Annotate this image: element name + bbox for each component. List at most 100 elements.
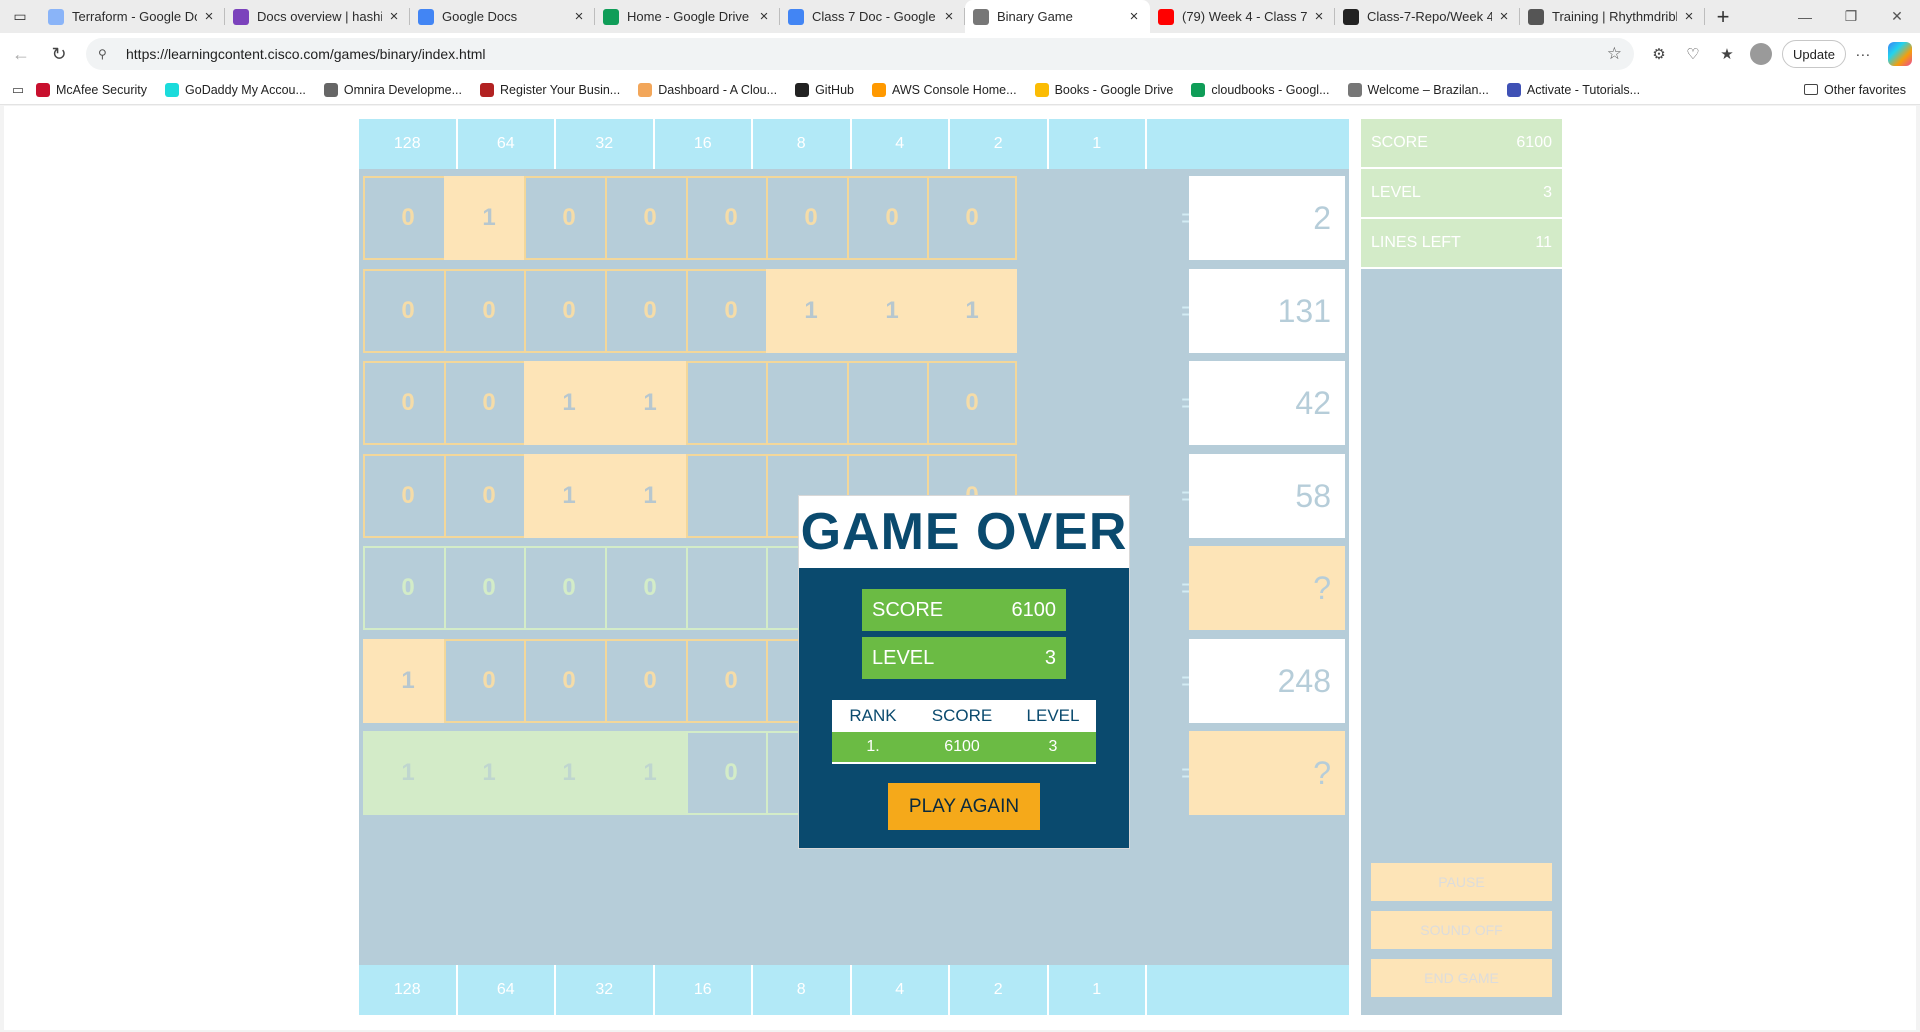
bit-toggle[interactable]: 1 (847, 269, 937, 353)
close-tab-icon[interactable]: × (1496, 8, 1512, 25)
restore-icon[interactable]: ❐ (1828, 0, 1874, 33)
bit-toggle[interactable]: 0 (524, 546, 614, 630)
bit-toggle[interactable] (686, 361, 776, 445)
bookmark-item[interactable]: McAfee Security (36, 82, 147, 97)
copilot-icon[interactable] (1887, 42, 1912, 66)
decimal-answer-input[interactable]: ? (1189, 546, 1345, 630)
back-button[interactable]: ← (4, 37, 38, 71)
bit-toggle[interactable]: 0 (444, 361, 534, 445)
sound-off-button[interactable]: SOUND OFF (1371, 911, 1552, 949)
bit-toggle[interactable]: 0 (927, 361, 1017, 445)
bit-toggle[interactable]: 0 (605, 639, 695, 723)
bookmark-item[interactable]: Omnira Developme... (323, 82, 462, 97)
bit-toggle[interactable]: 1 (444, 731, 534, 815)
bit-toggle[interactable]: 1 (363, 731, 453, 815)
browser-tab[interactable]: Training | Rhythmdribb × (1520, 0, 1705, 33)
bit-toggle[interactable]: 1 (766, 269, 856, 353)
browser-tab[interactable]: Docs overview | hashic × (225, 0, 410, 33)
close-tab-icon[interactable]: × (941, 8, 957, 25)
tab-title: Docs overview | hashic (257, 9, 382, 24)
bit-toggle[interactable]: 0 (363, 361, 453, 445)
bit-toggle[interactable] (766, 361, 856, 445)
bit-toggle[interactable]: 0 (524, 176, 614, 260)
close-tab-icon[interactable]: × (1311, 8, 1327, 25)
end-game-button[interactable]: END GAME (1371, 959, 1552, 997)
bookmark-item[interactable]: Dashboard - A Clou... (638, 82, 777, 97)
bookmark-item[interactable]: GoDaddy My Accou... (165, 82, 306, 97)
bit-toggle[interactable] (686, 546, 776, 630)
bit-toggle[interactable] (686, 454, 776, 538)
bit-toggle[interactable]: 0 (444, 546, 534, 630)
url-text[interactable]: https://learningcontent.cisco.com/games/… (126, 46, 1607, 62)
bit-toggle[interactable]: 0 (686, 731, 776, 815)
close-tab-icon[interactable]: × (571, 8, 587, 25)
browser-tab[interactable]: Home - Google Drive × (595, 0, 780, 33)
bit-toggle[interactable]: 0 (363, 546, 453, 630)
browser-tab[interactable]: Google Docs × (410, 0, 595, 33)
bit-toggle[interactable]: 0 (847, 176, 937, 260)
bookmark-item[interactable]: Welcome – Brazilan... (1347, 82, 1489, 97)
bit-toggle[interactable]: 0 (444, 454, 534, 538)
play-again-button[interactable]: PLAY AGAIN (888, 783, 1040, 830)
bit-toggle[interactable]: 0 (363, 454, 453, 538)
site-info-icon[interactable]: ⚲ (98, 47, 116, 61)
extensions-icon[interactable]: ⚙ (1642, 45, 1676, 63)
bit-toggle[interactable]: 1 (605, 731, 695, 815)
bit-toggle[interactable]: 0 (927, 176, 1017, 260)
bit-toggle[interactable]: 1 (524, 454, 614, 538)
close-tab-icon[interactable]: × (386, 8, 402, 25)
bit-toggle[interactable]: 0 (444, 639, 534, 723)
close-window-icon[interactable]: ✕ (1874, 0, 1920, 33)
new-tab-button[interactable]: + (1705, 0, 1741, 33)
close-tab-icon[interactable]: × (1126, 8, 1142, 25)
close-tab-icon[interactable]: × (201, 8, 217, 25)
favorite-star-icon[interactable]: ☆ (1607, 44, 1622, 64)
minimize-icon[interactable]: — (1782, 0, 1828, 33)
bit-toggle[interactable]: 0 (605, 176, 695, 260)
refresh-button[interactable]: ↻ (42, 37, 76, 71)
bit-toggle[interactable]: 0 (686, 176, 776, 260)
bit-toggle[interactable]: 0 (524, 269, 614, 353)
close-tab-icon[interactable]: × (1681, 8, 1697, 25)
bookmark-item[interactable]: Books - Google Drive (1034, 82, 1173, 97)
bit-toggle[interactable]: 0 (686, 269, 776, 353)
browser-tab[interactable]: Class 7 Doc - Google D × (780, 0, 965, 33)
bit-toggle[interactable]: 0 (766, 176, 856, 260)
address-bar[interactable]: ⚲ https://learningcontent.cisco.com/game… (86, 38, 1634, 70)
close-tab-icon[interactable]: × (756, 8, 772, 25)
profile-avatar[interactable] (1750, 43, 1772, 65)
update-button[interactable]: Update (1782, 40, 1846, 68)
bookmark-item[interactable]: cloudbooks - Googl... (1191, 82, 1330, 97)
browser-tab[interactable]: Class-7-Repo/Week 4 H × (1335, 0, 1520, 33)
bookmark-item[interactable]: AWS Console Home... (871, 82, 1017, 97)
bookmark-item[interactable]: Register Your Busin... (480, 82, 620, 97)
more-menu-icon[interactable]: ··· (1846, 46, 1880, 63)
bit-toggle[interactable]: 1 (605, 454, 695, 538)
bit-toggle[interactable]: 0 (363, 176, 453, 260)
bit-toggle[interactable]: 1 (605, 361, 695, 445)
tab-actions-menu-icon[interactable]: ▭ (0, 0, 40, 33)
bit-toggle[interactable]: 1 (927, 269, 1017, 353)
pause-button[interactable]: PAUSE (1371, 863, 1552, 901)
other-favorites[interactable]: Other favorites (1804, 83, 1906, 97)
bit-toggle[interactable]: 1 (524, 361, 614, 445)
bit-toggle[interactable] (847, 361, 937, 445)
browser-tab[interactable]: (79) Week 4 - Class 7 Z × (1150, 0, 1335, 33)
browser-tab[interactable]: Terraform - Google Do × (40, 0, 225, 33)
bookmark-item[interactable]: GitHub (795, 82, 854, 97)
bit-toggle[interactable]: 0 (524, 639, 614, 723)
bit-toggle[interactable]: 0 (444, 269, 534, 353)
browser-tab[interactable]: Binary Game × (965, 0, 1150, 33)
browser-essentials-icon[interactable]: ♡ (1676, 45, 1710, 63)
favorites-icon[interactable]: ★ (1710, 45, 1744, 63)
bit-toggle[interactable]: 0 (605, 546, 695, 630)
bit-toggle[interactable]: 1 (524, 731, 614, 815)
bit-toggle[interactable]: 0 (686, 639, 776, 723)
decimal-answer-input[interactable]: ? (1189, 731, 1345, 815)
bit-toggle[interactable]: 1 (444, 176, 534, 260)
bit-toggle[interactable]: 0 (605, 269, 695, 353)
bookmarks-toggle-icon[interactable]: ▭ (0, 82, 36, 98)
bit-toggle[interactable]: 1 (363, 639, 453, 723)
bookmark-item[interactable]: Activate - Tutorials... (1506, 82, 1640, 97)
bit-toggle[interactable]: 0 (363, 269, 453, 353)
